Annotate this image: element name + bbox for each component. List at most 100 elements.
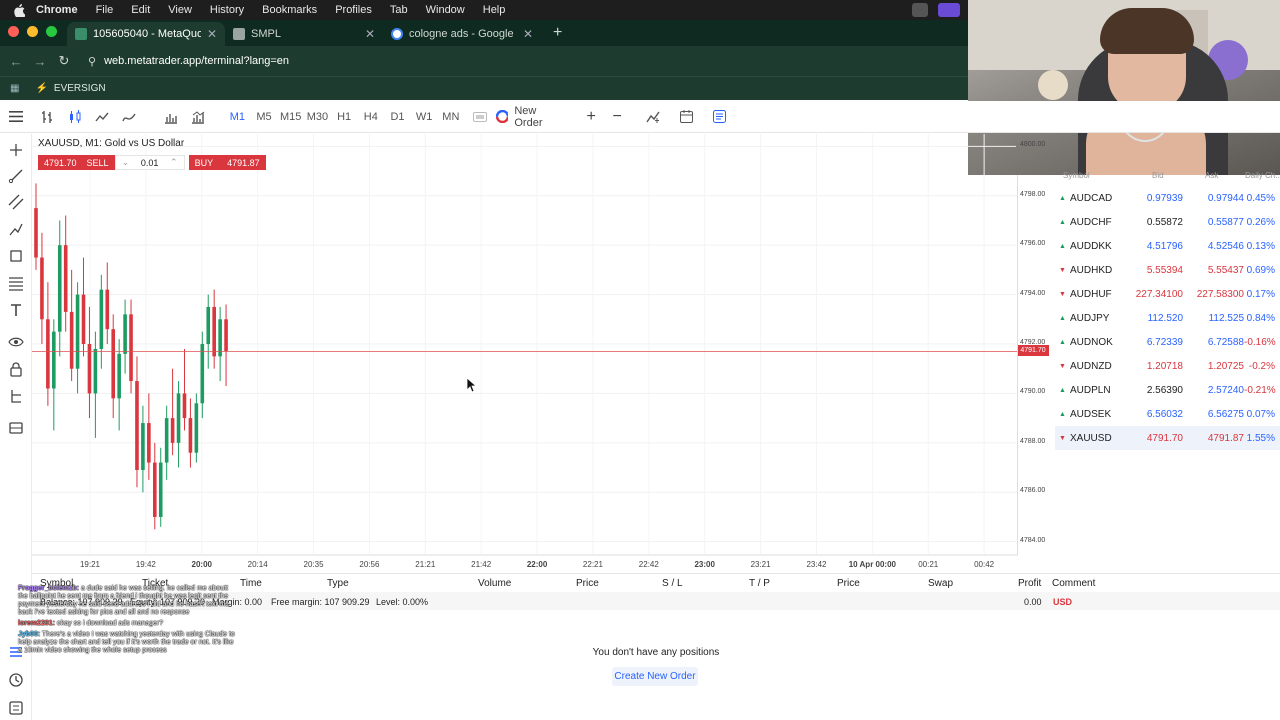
col-price[interactable]: Price — [576, 578, 599, 589]
status-app-icon[interactable] — [912, 3, 928, 17]
col-sl[interactable]: S / L — [662, 578, 683, 589]
market-watch-row[interactable]: ▲ AUDNOK 6.72339 6.72588 -0.16% — [1055, 330, 1280, 354]
maximize-window-icon[interactable] — [46, 26, 57, 37]
zoom-in-icon[interactable]: + — [578, 101, 604, 133]
timeframe-m5[interactable]: M5 — [251, 101, 278, 133]
timeframe-mn[interactable]: MN — [438, 101, 465, 133]
apple-icon[interactable] — [12, 3, 26, 17]
tab-smpl[interactable]: SMPL ✕ — [225, 22, 383, 46]
timeframe-h1[interactable]: H1 — [331, 101, 358, 133]
menu-view[interactable]: View — [168, 4, 192, 16]
tab-metaquotes[interactable]: 105605040 - MetaQuotes-De ✕ — [67, 22, 225, 46]
calendar-icon[interactable] — [668, 101, 704, 133]
journal-icon[interactable] — [8, 700, 24, 716]
market-watch-row[interactable]: ▲ AUDJPY 112.520 112.525 0.84% — [1055, 306, 1280, 330]
time-tick-label: 23:42 — [806, 560, 827, 569]
close-tab-icon[interactable]: ✕ — [365, 27, 375, 41]
one-click-trade-panel: 4791.70 SELL ⌄ 0.01 ⌃ BUY 4791.87 — [38, 155, 266, 170]
history-icon[interactable] — [8, 672, 24, 688]
market-watch-row[interactable]: ▼ AUDNZD 1.20718 1.20725 -0.2% — [1055, 354, 1280, 378]
market-watch-row[interactable]: ▲ AUDDKK 4.51796 4.52546 0.13% — [1055, 234, 1280, 258]
menu-file[interactable]: File — [96, 4, 114, 16]
timeframe-m1[interactable]: M1 — [224, 101, 251, 133]
col-profit[interactable]: Profit — [1018, 578, 1041, 589]
app-name[interactable]: Chrome — [36, 4, 78, 16]
polyline-icon[interactable] — [8, 221, 24, 237]
menu-window[interactable]: Window — [426, 4, 465, 16]
menu-history[interactable]: History — [210, 4, 244, 16]
timeframe-h4[interactable]: H4 — [357, 101, 384, 133]
zoom-out-icon[interactable]: − — [604, 101, 630, 133]
crosshair-icon[interactable] — [8, 142, 24, 158]
eye-icon[interactable] — [8, 334, 24, 350]
status-extension-icon[interactable] — [938, 3, 960, 17]
sell-button[interactable]: 4791.70 SELL — [38, 155, 115, 170]
col-time[interactable]: Time — [240, 578, 262, 589]
trade-panel-toggle-icon[interactable] — [704, 101, 734, 133]
market-watch-row[interactable]: ▲ AUDSEK 6.56032 6.56275 0.07% — [1055, 402, 1280, 426]
back-icon[interactable]: ← — [4, 54, 28, 69]
timeframe-m30[interactable]: M30 — [304, 101, 331, 133]
col-symbol[interactable]: Symbol — [1063, 171, 1090, 180]
market-watch-row[interactable]: ▼ AUDHKD 5.55394 5.55437 0.69% — [1055, 258, 1280, 282]
price-chart[interactable]: 19:21 19:42 20:00 20:14 20:35 20:56 21:21 21:42… — [32, 134, 1018, 572]
volume-stepper[interactable]: ⌄ 0.01 ⌃ — [114, 155, 185, 170]
chevron-up-icon[interactable]: ⌃ — [170, 157, 178, 168]
fibonacci-icon[interactable] — [8, 275, 24, 291]
col-tp[interactable]: T / P — [749, 578, 770, 589]
buy-button[interactable]: BUY 4791.87 — [188, 155, 266, 170]
minimize-window-icon[interactable] — [27, 26, 38, 37]
text-tool-icon[interactable] — [8, 302, 24, 318]
col-current-price[interactable]: Price — [837, 578, 860, 589]
close-window-icon[interactable] — [8, 26, 19, 37]
market-watch-row[interactable]: ▲ AUDCAD 0.97939 0.97944 0.45% — [1055, 186, 1280, 210]
col-swap[interactable]: Swap — [928, 578, 953, 589]
menu-edit[interactable]: Edit — [131, 4, 150, 16]
apps-grid-icon[interactable]: ▦ — [10, 83, 19, 94]
close-tab-icon[interactable]: ✕ — [523, 27, 533, 41]
volume-chart-icon[interactable] — [158, 101, 184, 133]
shape-icon[interactable] — [8, 248, 24, 264]
market-watch-row[interactable]: ▲ AUDPLN 2.56390 2.57240 -0.21% — [1055, 378, 1280, 402]
col-daily-change[interactable]: Daily Ch... — [1245, 171, 1280, 180]
menu-help[interactable]: Help — [483, 4, 506, 16]
create-new-order-button[interactable]: Create New Order — [612, 667, 698, 686]
forward-icon[interactable]: → — [28, 54, 52, 69]
new-order-button[interactable]: New Order — [496, 101, 564, 133]
col-bid[interactable]: Bid — [1152, 171, 1164, 180]
site-info-icon[interactable]: ⚲ — [88, 55, 96, 68]
col-comment[interactable]: Comment — [1052, 578, 1095, 589]
indicators-icon[interactable] — [638, 101, 668, 133]
chevron-down-icon[interactable]: ⌄ — [122, 157, 130, 168]
object-tree-icon[interactable] — [8, 388, 24, 404]
menu-tab[interactable]: Tab — [390, 4, 408, 16]
col-ask[interactable]: Ask — [1205, 171, 1218, 180]
timeframe-m15[interactable]: M15 — [277, 101, 304, 133]
reload-icon[interactable]: ↻ — [52, 53, 76, 69]
timeframe-w1[interactable]: W1 — [411, 101, 438, 133]
col-type[interactable]: Type — [327, 578, 349, 589]
bar-chart-type-icon[interactable] — [32, 101, 62, 133]
one-click-trading-icon[interactable] — [464, 101, 496, 133]
url-field[interactable]: ⚲ web.metatrader.app/terminal?lang=en — [84, 50, 960, 72]
menu-bookmarks[interactable]: Bookmarks — [262, 4, 317, 16]
timeframe-d1[interactable]: D1 — [384, 101, 411, 133]
lock-icon[interactable] — [8, 361, 24, 377]
layers-icon[interactable] — [8, 420, 24, 436]
tab-google-search[interactable]: cologne ads - Google Search ✕ — [383, 22, 541, 46]
menu-profiles[interactable]: Profiles — [335, 4, 372, 16]
channel-icon[interactable] — [8, 194, 24, 210]
market-watch-row[interactable]: ▼ AUDHUF 227.34100 227.58300 0.17% — [1055, 282, 1280, 306]
close-tab-icon[interactable]: ✕ — [207, 27, 217, 41]
menu-hamburger-icon[interactable] — [0, 101, 32, 133]
bookmark-eversign[interactable]: ⚡ EVERSIGN — [35, 83, 105, 94]
tick-volume-icon[interactable] — [184, 101, 212, 133]
col-volume[interactable]: Volume — [478, 578, 511, 589]
new-tab-icon[interactable]: + — [541, 24, 574, 46]
trendline-icon[interactable] — [8, 168, 24, 184]
smooth-line-icon[interactable] — [116, 101, 142, 133]
market-watch-row[interactable]: ▼ XAUUSD 4791.70 4791.87 1.55% — [1055, 426, 1280, 450]
candlestick-chart-type-icon[interactable] — [62, 101, 88, 133]
market-watch-row[interactable]: ▲ AUDCHF 0.55872 0.55877 0.26% — [1055, 210, 1280, 234]
line-chart-type-icon[interactable] — [88, 101, 116, 133]
